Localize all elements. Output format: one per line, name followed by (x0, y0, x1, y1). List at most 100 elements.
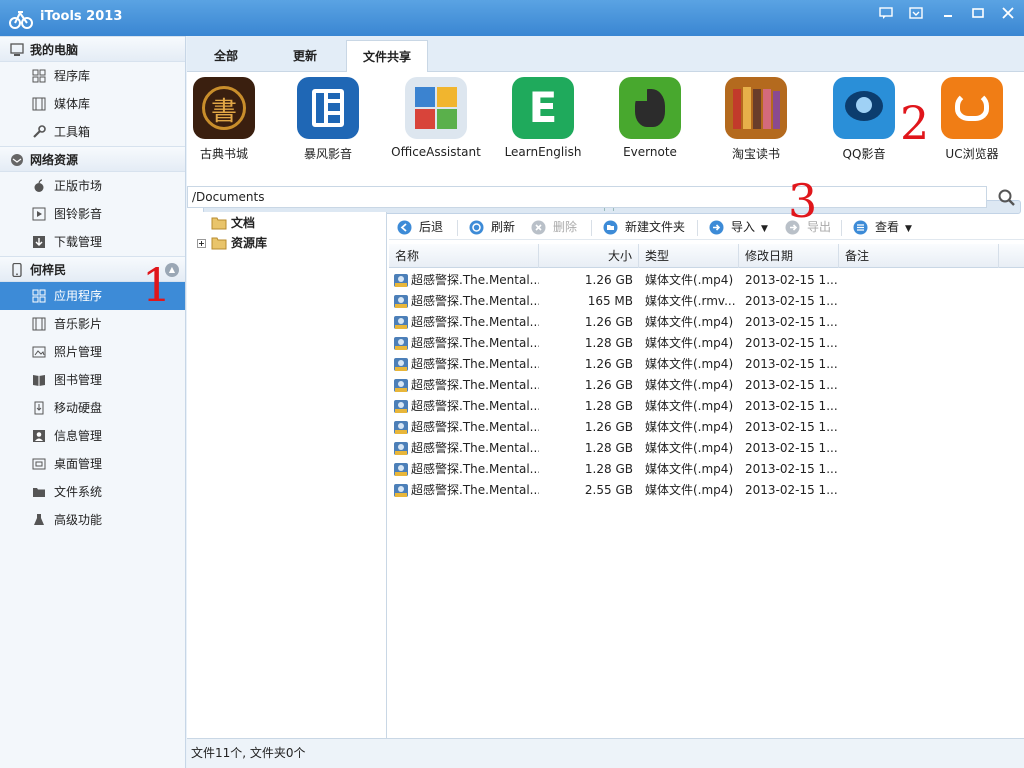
sidebar-item-filesystem[interactable]: 文件系统 (0, 478, 185, 506)
file-name: 超感警探.The.Mental... (411, 336, 539, 350)
sidebar-item-messages[interactable]: 信息管理 (0, 422, 185, 450)
sidebar-section-my-computer[interactable]: 我的电脑 (0, 36, 185, 62)
file-row[interactable]: 超感警探.The.Mental... 1.26 GB 媒体文件(.mp4) 2013-… (389, 417, 1024, 438)
sidebar-item-label: 下载管理 (54, 235, 103, 249)
video-file-icon (394, 358, 408, 371)
sidebar-item-advanced[interactable]: 高级功能 (0, 506, 185, 534)
back-icon (397, 220, 412, 235)
column-notes[interactable]: 备注 (839, 244, 999, 268)
file-row[interactable]: 超感警探.The.Mental... 1.26 GB 媒体文件(.mp4) 2013-… (389, 312, 1024, 333)
toolbar-separator (591, 220, 592, 236)
sidebar-item-storage[interactable]: 移动硬盘 (0, 394, 185, 422)
title-bar: iTools 2013 (0, 0, 1024, 36)
sidebar-item-label: 图铃影音 (54, 207, 103, 221)
app-title: iTools 2013 (40, 9, 123, 24)
classic-books-app-icon: 書 (193, 77, 255, 139)
file-list-header: 名称 大小 类型 修改日期 备注 (389, 244, 1024, 268)
view-button[interactable]: 查看 ▼ (853, 218, 912, 236)
tab-updates[interactable]: 更新 (265, 40, 345, 72)
delete-button[interactable]: 删除 (531, 218, 577, 236)
import-button[interactable]: 导入 ▼ (709, 218, 768, 236)
media-icon (32, 207, 46, 221)
file-row[interactable]: 超感警探.The.Mental... 1.26 GB 媒体文件(.mp4) 2013-… (389, 270, 1024, 291)
file-size: 1.28 GB (584, 462, 633, 476)
app-tile[interactable]: UC浏览器 (917, 77, 1024, 162)
column-type[interactable]: 类型 (639, 244, 739, 268)
file-type: 媒体文件(.mp4) (645, 315, 734, 329)
app-name: 淘宝读书 (731, 147, 780, 161)
app-tile[interactable]: E LearnEnglish (488, 77, 598, 159)
video-file-icon (394, 316, 408, 329)
expand-icon[interactable]: + (197, 239, 206, 248)
file-size: 1.28 GB (584, 336, 633, 350)
minimize-button[interactable] (936, 4, 960, 22)
sidebar-section-label: 网络资源 (30, 153, 79, 167)
tab-file-sharing[interactable]: 文件共享 (346, 40, 428, 72)
apple-icon (34, 179, 44, 192)
folder-icon (211, 237, 227, 250)
file-size: 1.26 GB (584, 273, 633, 287)
folder-tree: 文档 + 资源库 (187, 212, 387, 738)
file-name: 超感警探.The.Mental... (411, 294, 539, 308)
file-row[interactable]: 超感警探.The.Mental... 1.28 GB 媒体文件(.mp4) 2013-… (389, 459, 1024, 480)
file-row[interactable]: 超感警探.The.Mental... 1.28 GB 媒体文件(.mp4) 2013-… (389, 438, 1024, 459)
feedback-button[interactable] (874, 4, 898, 22)
app-tile[interactable]: 書 古典书城 (169, 77, 279, 162)
path-input[interactable]: /Documents (187, 186, 987, 208)
search-icon[interactable] (997, 188, 1017, 208)
file-type: 媒体文件(.mp4) (645, 420, 734, 434)
menu-button[interactable] (904, 4, 928, 22)
sidebar-item-label: 图书管理 (54, 373, 103, 387)
sidebar-item-label: 高级功能 (54, 513, 103, 527)
chevron-down-icon[interactable]: ▼ (905, 220, 912, 238)
sidebar-item-label: 移动硬盘 (54, 401, 103, 415)
sidebar-item-photos[interactable]: 照片管理 (0, 338, 185, 366)
refresh-button[interactable]: 刷新 (469, 218, 515, 236)
new-folder-icon (603, 220, 618, 235)
sidebar-item-app-store[interactable]: 正版市场 (0, 172, 185, 200)
sidebar-item-downloads[interactable]: 下载管理 (0, 228, 185, 256)
back-label: 后退 (419, 220, 444, 234)
folder-icon (211, 217, 227, 230)
maximize-button[interactable] (966, 4, 990, 22)
grid-icon (32, 69, 46, 83)
tab-all[interactable]: 全部 (187, 40, 265, 72)
app-tile[interactable]: Evernote (595, 77, 705, 159)
sidebar-item-app-library[interactable]: 程序库 (0, 62, 185, 90)
annotation-number: 3 (788, 174, 818, 228)
file-row[interactable]: 超感警探.The.Mental... 1.26 GB 媒体文件(.mp4) 2013-… (389, 354, 1024, 375)
sidebar-item-ringtones[interactable]: 图铃影音 (0, 200, 185, 228)
file-row[interactable]: 超感警探.The.Mental... 1.28 GB 媒体文件(.mp4) 2013-… (389, 333, 1024, 354)
sidebar-item-label: 桌面管理 (54, 457, 103, 471)
network-icon (11, 154, 23, 166)
file-name: 超感警探.The.Mental... (411, 441, 539, 455)
sidebar-section-network[interactable]: 网络资源 (0, 146, 185, 172)
sidebar-item-books[interactable]: 图书管理 (0, 366, 185, 394)
file-row[interactable]: 超感警探.The.Mental... 1.28 GB 媒体文件(.mp4) 2013-… (389, 396, 1024, 417)
column-size[interactable]: 大小 (539, 244, 639, 268)
file-date: 2013-02-15 1... (745, 378, 838, 392)
file-row[interactable]: 超感警探.The.Mental... 1.26 GB 媒体文件(.mp4) 2013-… (389, 375, 1024, 396)
app-tile[interactable]: 暴风影音 (273, 77, 383, 162)
chevron-down-icon[interactable]: ▼ (761, 220, 768, 238)
video-file-icon (394, 295, 408, 308)
sidebar-item-toolbox[interactable]: 工具箱 (0, 118, 185, 146)
tree-node-library[interactable]: + 资源库 (197, 234, 267, 252)
sidebar-item-media-library[interactable]: 媒体库 (0, 90, 185, 118)
back-button[interactable]: 后退 (397, 218, 443, 236)
sidebar-item-desktop[interactable]: 桌面管理 (0, 450, 185, 478)
file-row[interactable]: 超感警探.The.Mental... 2.55 GB 媒体文件(.mp4) 2013-… (389, 480, 1024, 501)
phone-icon (12, 263, 22, 277)
tree-node-documents[interactable]: 文档 (197, 214, 255, 232)
sidebar-item-music-video[interactable]: 音乐影片 (0, 310, 185, 338)
column-modified[interactable]: 修改日期 (739, 244, 839, 268)
app-tile[interactable]: OfficeAssistant (381, 77, 491, 159)
contact-icon (33, 430, 45, 442)
close-button[interactable] (996, 4, 1020, 22)
storm-player-app-icon (297, 77, 359, 139)
new-folder-button[interactable]: 新建文件夹 (603, 218, 685, 236)
column-name[interactable]: 名称 (389, 244, 539, 268)
file-row[interactable]: 超感警探.The.Mental... 165 MB 媒体文件(.rmv... 2013… (389, 291, 1024, 312)
view-label: 查看 (875, 220, 900, 234)
app-tile[interactable]: 淘宝读书 (701, 77, 811, 162)
